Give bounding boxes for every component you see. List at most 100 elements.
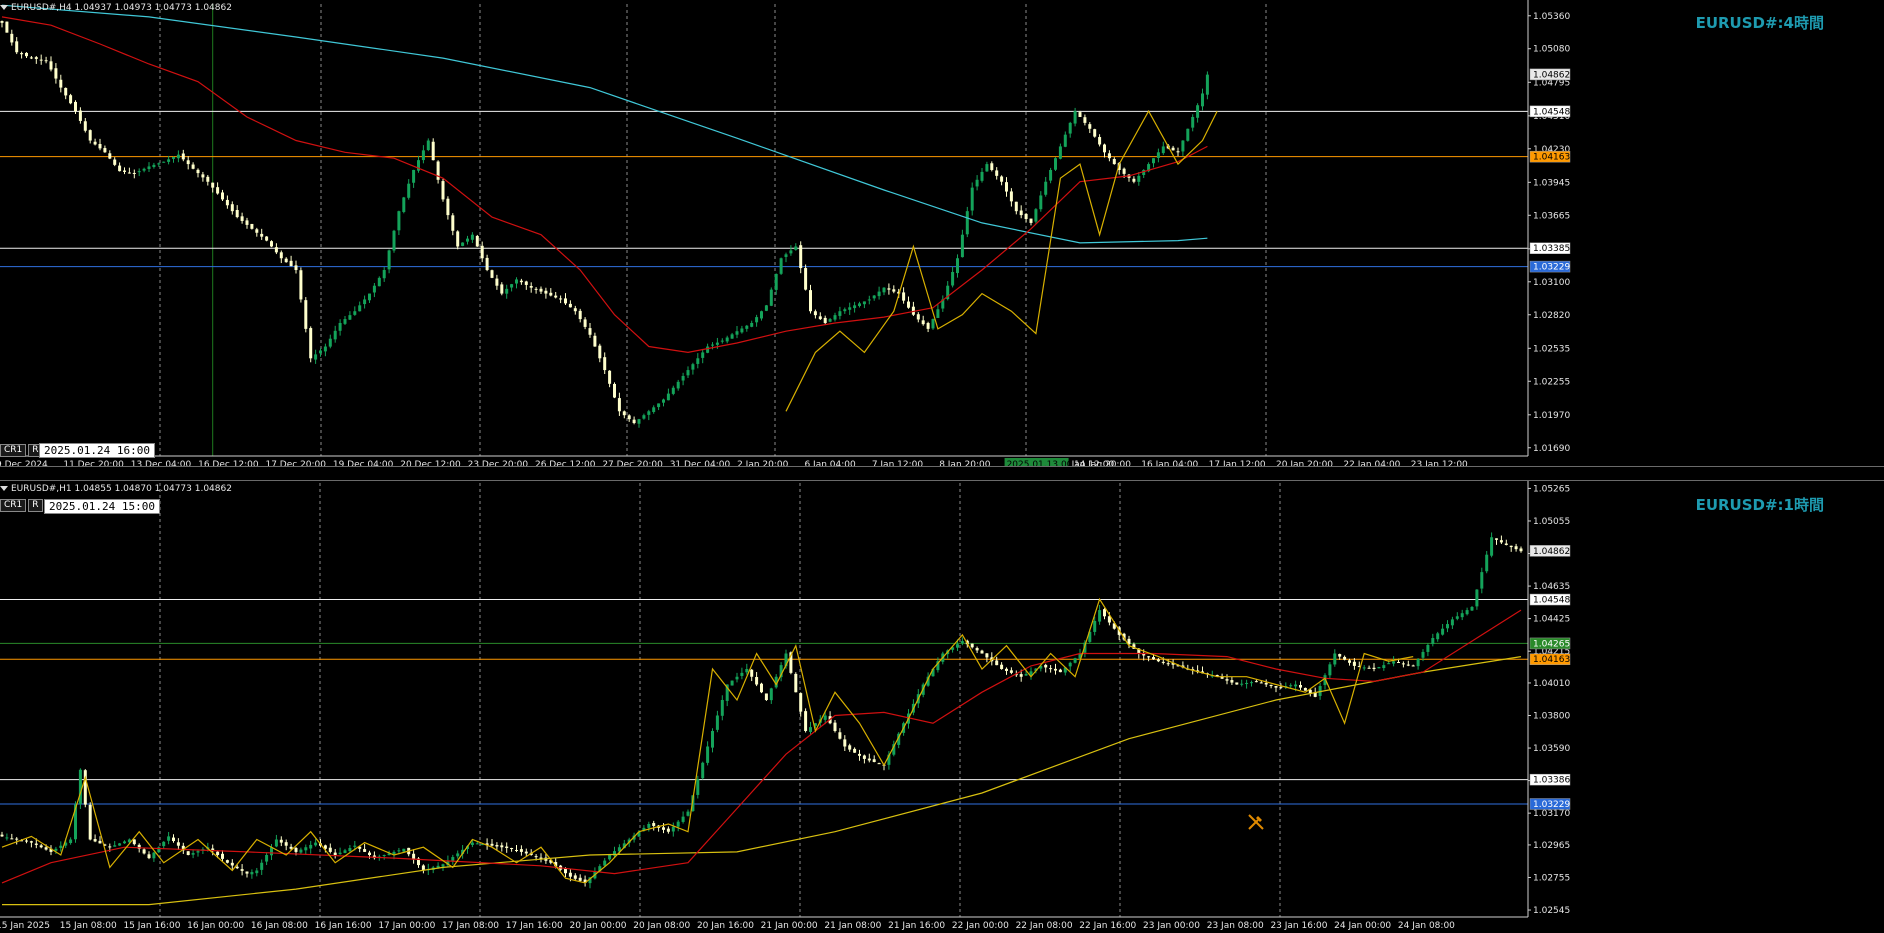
candle-body bbox=[1058, 146, 1062, 159]
candle-body bbox=[1112, 159, 1116, 165]
candle-body bbox=[524, 281, 528, 285]
candle-body bbox=[1289, 685, 1293, 687]
candle-body bbox=[314, 842, 318, 846]
r-label[interactable]: R bbox=[28, 499, 43, 512]
candle-body bbox=[804, 268, 808, 290]
candle-body bbox=[970, 643, 974, 648]
collapse-triangle-icon[interactable] bbox=[0, 5, 8, 10]
price-label-text: 1.04265 bbox=[1533, 639, 1570, 649]
candle-body bbox=[823, 317, 827, 323]
candle-body bbox=[1044, 181, 1048, 195]
candle-body bbox=[1161, 146, 1165, 154]
candle-body bbox=[1107, 153, 1111, 159]
candle-body bbox=[1058, 669, 1062, 673]
candle-body bbox=[529, 285, 533, 288]
candle-body bbox=[696, 358, 700, 364]
candle-body bbox=[1367, 667, 1371, 669]
candle-body bbox=[392, 230, 396, 251]
candle-body bbox=[568, 872, 572, 877]
candle-body bbox=[843, 739, 847, 747]
candle-body bbox=[78, 769, 82, 804]
candle-body bbox=[235, 866, 239, 869]
candle-body bbox=[348, 848, 352, 852]
time-tick-label: 24 Jan 08:00 bbox=[1398, 921, 1455, 931]
price-tick-label: 1.03800 bbox=[1533, 712, 1570, 722]
candle-body bbox=[588, 328, 592, 335]
price-tick-label: 1.03945 bbox=[1533, 178, 1570, 188]
candle-body bbox=[813, 311, 817, 316]
candle-body bbox=[1093, 129, 1097, 137]
h1-chart-pane[interactable]: 1.052651.050551.048451.046351.044251.042… bbox=[0, 481, 1884, 933]
collapse-triangle-icon[interactable] bbox=[0, 486, 8, 491]
candle-body bbox=[1519, 548, 1523, 552]
candle-body bbox=[794, 673, 798, 693]
candle-body bbox=[49, 61, 53, 70]
candle-body bbox=[995, 660, 999, 666]
candle-body bbox=[686, 370, 690, 376]
candle-body bbox=[319, 350, 322, 354]
candle-body bbox=[858, 303, 861, 307]
price-tick-label: 1.04010 bbox=[1533, 679, 1570, 689]
time-tick-label: 20 Jan 00:00 bbox=[570, 921, 627, 931]
candle-body bbox=[500, 284, 504, 294]
cr1-label[interactable]: CR1 bbox=[0, 499, 27, 512]
candle-body bbox=[730, 680, 734, 686]
candle-body bbox=[142, 849, 146, 854]
h1-title: EURUSD#:1時間 bbox=[1695, 496, 1824, 514]
price-label-text: 1.03385 bbox=[1533, 244, 1570, 254]
candle-body bbox=[809, 290, 812, 312]
candle-body bbox=[1083, 117, 1087, 123]
candle-body bbox=[711, 344, 714, 346]
time-tick-label: 22 Jan 16:00 bbox=[1079, 921, 1136, 931]
candle-body bbox=[274, 839, 278, 847]
candle-body bbox=[284, 258, 288, 263]
h1-chart-svg[interactable]: 1.052651.050551.048451.046351.044251.042… bbox=[0, 481, 1884, 933]
h4-chart-pane[interactable]: 1.053601.050801.047951.045101.042301.039… bbox=[0, 0, 1884, 466]
candle-body bbox=[1303, 687, 1307, 691]
candle-body bbox=[1068, 122, 1072, 134]
time-tick-label: 21 Jan 16:00 bbox=[888, 921, 945, 931]
cr1-label[interactable]: CR1 bbox=[0, 444, 27, 457]
candle-body bbox=[470, 234, 474, 240]
candle-body bbox=[1161, 661, 1165, 663]
candle-body bbox=[622, 411, 626, 416]
candle-body bbox=[142, 168, 146, 171]
candle-body bbox=[10, 33, 14, 43]
price-tick-label: 1.04425 bbox=[1533, 615, 1570, 625]
candle-body bbox=[578, 877, 582, 881]
candle-body bbox=[176, 154, 180, 159]
pane-separator[interactable] bbox=[0, 466, 1884, 481]
candle-body bbox=[887, 288, 891, 290]
candle-body bbox=[696, 779, 700, 795]
candle-body bbox=[848, 307, 852, 310]
candle-body bbox=[681, 816, 685, 822]
candle-body bbox=[666, 828, 670, 832]
candle-body bbox=[1348, 660, 1351, 663]
candle-body bbox=[363, 849, 367, 852]
time-tick-label: 17 Jan 08:00 bbox=[442, 921, 499, 931]
candle-body bbox=[706, 746, 710, 763]
candle-body bbox=[426, 140, 430, 151]
h4-chart-svg[interactable]: 1.053601.050801.047951.045101.042301.039… bbox=[0, 0, 1884, 466]
candle-body bbox=[764, 693, 768, 700]
candle-body bbox=[20, 53, 24, 55]
candle-body bbox=[735, 676, 739, 680]
candle-body bbox=[715, 715, 719, 730]
candle-body bbox=[1338, 654, 1342, 657]
crossed-pencil-icon[interactable] bbox=[1246, 812, 1266, 832]
candle-body bbox=[191, 164, 195, 169]
candle-body bbox=[1431, 638, 1435, 645]
candle-body bbox=[1147, 656, 1151, 658]
candle-body bbox=[598, 345, 602, 359]
price-tick-label: 1.01970 bbox=[1533, 411, 1570, 421]
candle-body bbox=[475, 843, 479, 845]
candle-body bbox=[382, 855, 386, 856]
candle-body bbox=[1122, 168, 1126, 174]
candle-body bbox=[652, 823, 656, 826]
candle-body bbox=[1250, 682, 1253, 684]
candle-body bbox=[1098, 610, 1102, 622]
candle-body bbox=[446, 198, 450, 216]
chart-background bbox=[0, 0, 1884, 466]
candle-body bbox=[387, 250, 391, 270]
candle-body bbox=[1073, 658, 1077, 663]
